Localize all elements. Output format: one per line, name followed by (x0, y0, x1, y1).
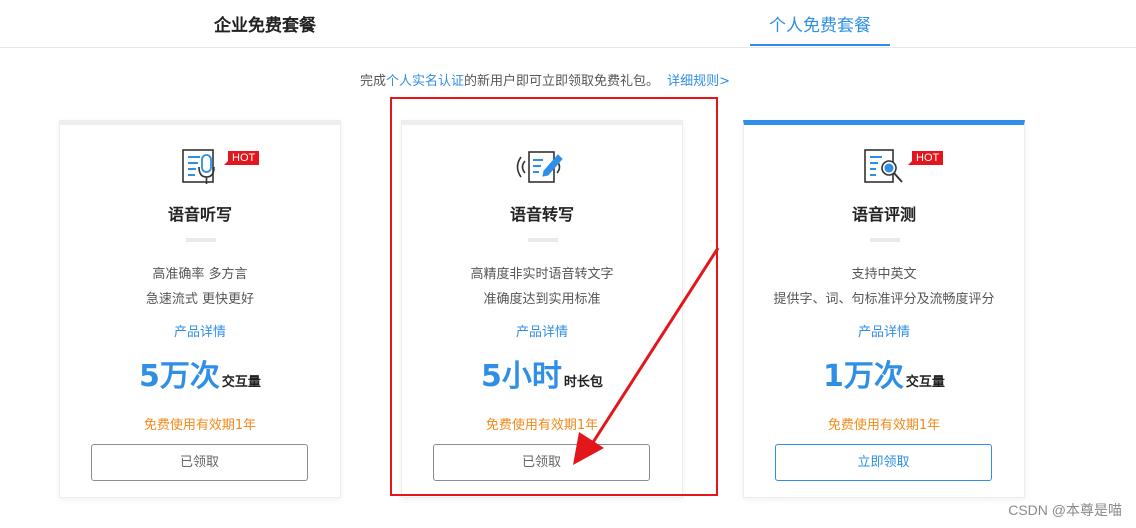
validity-text: 免费使用有效期1年 (143, 418, 257, 433)
notice-suffix: 的新用户即可立即领取免费礼包。 (464, 74, 660, 89)
title-divider (528, 238, 558, 242)
csdn-watermark: CSDN @本尊是喵 (1008, 502, 1122, 518)
quota-unit: 交互量 (221, 375, 261, 390)
validity-text: 免费使用有效期1年 (827, 418, 941, 433)
card-description-line-2: 准确度达到实用标准 (483, 292, 601, 307)
product-detail-link[interactable]: 产品详情 (60, 321, 340, 340)
claim-now-button[interactable]: 立即领取 (775, 444, 992, 481)
rules-link[interactable]: 详细规则> (667, 74, 730, 89)
card-title: 语音听写 (167, 205, 232, 224)
card-icon-area: HOT (744, 147, 1024, 187)
quota-amount: 1万次 (823, 359, 904, 394)
free-quota: 5万次 交互量 (60, 351, 340, 395)
hot-badge: HOT (223, 151, 260, 165)
active-tab-indicator (750, 44, 890, 46)
card-description-line-1: 支持中英文 (851, 267, 917, 282)
card-title: 语音评测 (851, 205, 916, 224)
card-speech-dictation: HOT 语音听写 高准确率 多方言 急速流式 更快更好 产品详情 5万次 交互量 … (59, 120, 341, 498)
quota-amount: 5万次 (139, 359, 220, 394)
card-title: 语音转写 (509, 205, 574, 224)
notice-prefix: 完成 (360, 74, 387, 89)
card-icon-area: HOT (60, 147, 340, 187)
free-quota: 5小时 时长包 (402, 351, 682, 395)
hot-badge: HOT (907, 151, 944, 165)
quota-unit: 交互量 (905, 375, 945, 390)
tab-personal[interactable]: 个人免费套餐 (750, 0, 890, 48)
title-divider (870, 238, 900, 242)
evaluation-magnifier-icon (864, 149, 903, 183)
notice-text: 完成个人实名认证的新用户即可立即领取免费礼包。 详细规则> (0, 70, 1090, 89)
tab-enterprise[interactable]: 企业免费套餐 (180, 0, 350, 48)
validity-text: 免费使用有效期1年 (485, 418, 599, 433)
card-description-line-2: 提供字、词、句标准评分及流畅度评分 (773, 292, 995, 307)
product-detail-link[interactable]: 产品详情 (744, 321, 1024, 340)
quota-unit: 时长包 (563, 375, 603, 390)
claimed-button[interactable]: 已领取 (433, 444, 650, 481)
claimed-button[interactable]: 已领取 (91, 444, 308, 481)
card-description-line-1: 高精度非实时语音转文字 (470, 267, 614, 282)
verification-link[interactable]: 个人实名认证 (386, 74, 464, 89)
product-detail-link[interactable]: 产品详情 (402, 321, 682, 340)
dictation-microphone-icon (182, 149, 215, 184)
package-tabs: 企业免费套餐 个人免费套餐 (0, 0, 1136, 48)
quota-amount: 5小时 (481, 359, 562, 394)
card-icon-area (402, 147, 682, 187)
card-speech-transcription: 语音转写 高精度非实时语音转文字 准确度达到实用标准 产品详情 5小时 时长包 免… (401, 120, 683, 498)
card-description-line-1: 高准确率 多方言 (152, 267, 248, 282)
card-speech-evaluation: HOT 语音评测 支持中英文 提供字、词、句标准评分及流畅度评分 产品详情 1万… (743, 120, 1025, 498)
card-description-line-2: 急速流式 更快更好 (145, 292, 255, 307)
transcription-document-icon (516, 151, 563, 183)
title-divider (186, 238, 216, 242)
free-quota: 1万次 交互量 (744, 351, 1024, 395)
